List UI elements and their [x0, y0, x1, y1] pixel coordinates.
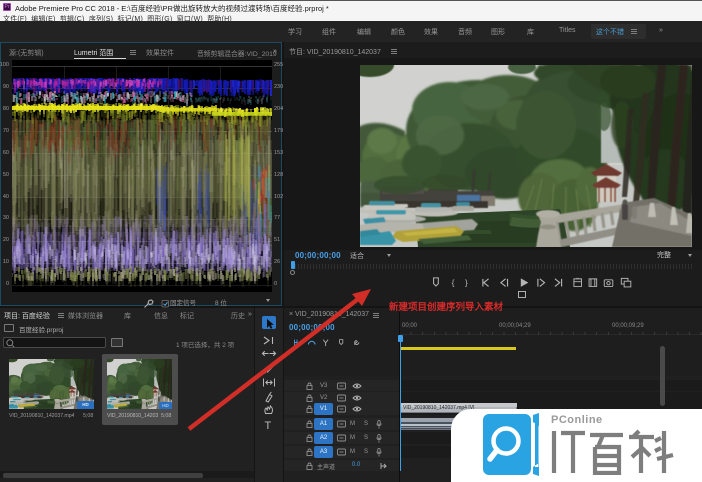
svg-text:}: }	[465, 277, 468, 287]
svg-text:T: T	[265, 420, 272, 432]
svg-text:{: {	[452, 277, 455, 287]
